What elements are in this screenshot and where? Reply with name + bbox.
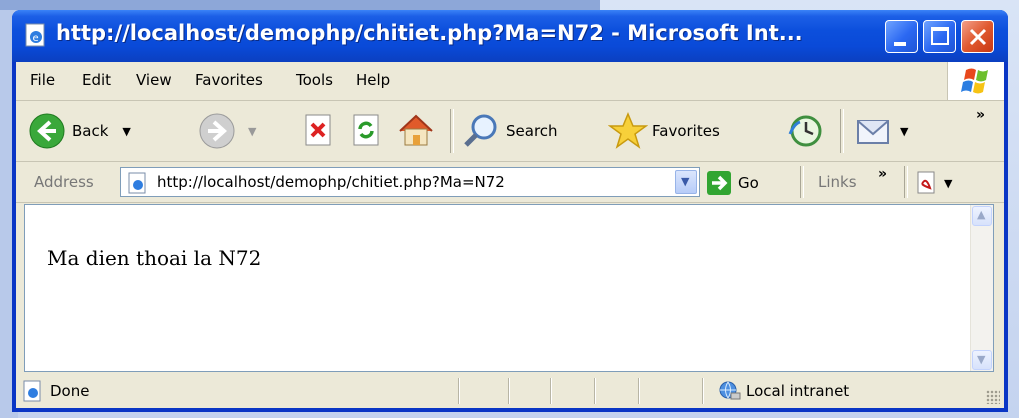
status-text: Done <box>50 382 90 400</box>
favorites-label: Favorites <box>652 122 720 140</box>
menu-file[interactable]: File <box>30 71 55 89</box>
chevron-down-icon: ▼ <box>977 353 986 366</box>
menu-help[interactable]: Help <box>356 71 390 89</box>
browser-frame: File Edit View Favorites Tools Help Back… <box>16 62 1004 408</box>
back-arrow-icon <box>29 113 65 149</box>
stop-button[interactable] <box>302 113 336 147</box>
mail-dropdown-icon[interactable]: ▼ <box>900 125 908 138</box>
address-url: http://localhost/demophp/chitiet.php?Ma=… <box>157 173 505 191</box>
page-icon <box>128 172 146 194</box>
menu-edit[interactable]: Edit <box>82 71 111 89</box>
scroll-up-button[interactable]: ▲ <box>972 206 992 226</box>
menu-tools[interactable]: Tools <box>296 71 333 89</box>
menu-view[interactable]: View <box>136 71 172 89</box>
page-content: Ma dien thoai la N72 ▲ ▼ <box>24 204 994 372</box>
home-icon <box>399 114 433 146</box>
minimize-icon <box>894 42 906 46</box>
standard-toolbar: Back ▼ ▼ Search Favorites ▼ » <box>16 101 1004 162</box>
forward-button[interactable]: ▼ <box>198 112 256 150</box>
status-divider <box>458 378 460 404</box>
refresh-button[interactable] <box>350 113 384 147</box>
menu-bar: File Edit View Favorites Tools Help <box>16 62 1004 101</box>
slide-header-band <box>0 0 600 10</box>
go-button[interactable]: Go <box>706 170 759 196</box>
minimize-button[interactable] <box>885 20 918 53</box>
resize-grip[interactable] <box>986 390 1000 404</box>
pdf-icon <box>917 171 935 194</box>
forward-arrow-icon <box>199 113 235 149</box>
status-divider <box>550 378 552 404</box>
refresh-icon <box>353 114 379 146</box>
browser-window: e http://localhost/demophp/chitiet.php?M… <box>12 10 1008 412</box>
back-label: Back <box>72 122 109 140</box>
address-separator <box>904 166 908 198</box>
windows-logo-icon <box>947 62 1004 100</box>
mail-envelope-icon <box>857 120 889 144</box>
svg-text:e: e <box>33 33 39 44</box>
status-divider <box>508 378 510 404</box>
forward-dropdown-icon: ▼ <box>248 124 257 138</box>
favorites-button[interactable]: Favorites <box>608 111 720 151</box>
title-bar[interactable]: e http://localhost/demophp/chitiet.php?M… <box>12 10 1008 62</box>
home-button[interactable] <box>396 111 436 149</box>
maximize-button[interactable] <box>923 20 956 53</box>
ie-page-icon: e <box>25 23 45 47</box>
close-icon <box>969 28 987 46</box>
status-divider <box>594 378 596 404</box>
toolbar-separator <box>450 109 454 153</box>
toolbar-overflow-chevron-icon[interactable]: » <box>976 107 985 123</box>
ie-page-icon <box>23 380 41 402</box>
mail-button[interactable]: ▼ <box>854 112 908 150</box>
search-icon <box>464 114 497 147</box>
close-button[interactable] <box>961 20 994 53</box>
vertical-scrollbar[interactable]: ▲ ▼ <box>970 205 993 371</box>
status-divider <box>638 378 640 404</box>
pdf-tool-button[interactable]: ▼ <box>914 170 952 196</box>
stop-icon <box>305 114 331 146</box>
address-label: Address <box>34 173 94 191</box>
go-arrow-icon <box>707 171 731 195</box>
intranet-globe-icon <box>719 381 741 400</box>
status-bar: Done Local intranet <box>16 374 1004 408</box>
go-label: Go <box>738 174 759 192</box>
address-separator <box>800 166 804 198</box>
address-bar: Address http://localhost/demophp/chitiet… <box>16 162 1004 203</box>
search-label: Search <box>506 122 558 140</box>
menu-favorites[interactable]: Favorites <box>195 71 263 89</box>
maximize-icon <box>931 27 949 45</box>
page-text: Ma dien thoai la N72 <box>47 246 262 270</box>
history-clock-icon <box>788 115 822 147</box>
history-button[interactable] <box>786 112 826 150</box>
favorites-star-icon <box>608 112 648 149</box>
search-button[interactable]: Search <box>462 112 558 150</box>
address-dropdown-button[interactable]: ▼ <box>675 170 697 194</box>
links-label[interactable]: Links <box>818 173 857 191</box>
status-divider <box>702 378 704 404</box>
chevron-up-icon: ▲ <box>977 208 986 221</box>
links-overflow-chevron-icon[interactable]: » <box>878 166 887 182</box>
address-input[interactable]: http://localhost/demophp/chitiet.php?Ma=… <box>120 167 700 197</box>
toolbar-separator <box>840 109 844 153</box>
scroll-down-button[interactable]: ▼ <box>972 350 992 370</box>
chevron-down-icon: ▼ <box>681 175 690 188</box>
security-zone[interactable]: Local intranet <box>716 380 849 402</box>
back-button[interactable]: Back ▼ <box>28 112 131 150</box>
back-dropdown-icon[interactable]: ▼ <box>122 125 130 138</box>
zone-label: Local intranet <box>746 382 850 400</box>
window-title: http://localhost/demophp/chitiet.php?Ma=… <box>56 21 803 45</box>
pdf-dropdown-icon: ▼ <box>944 176 953 190</box>
